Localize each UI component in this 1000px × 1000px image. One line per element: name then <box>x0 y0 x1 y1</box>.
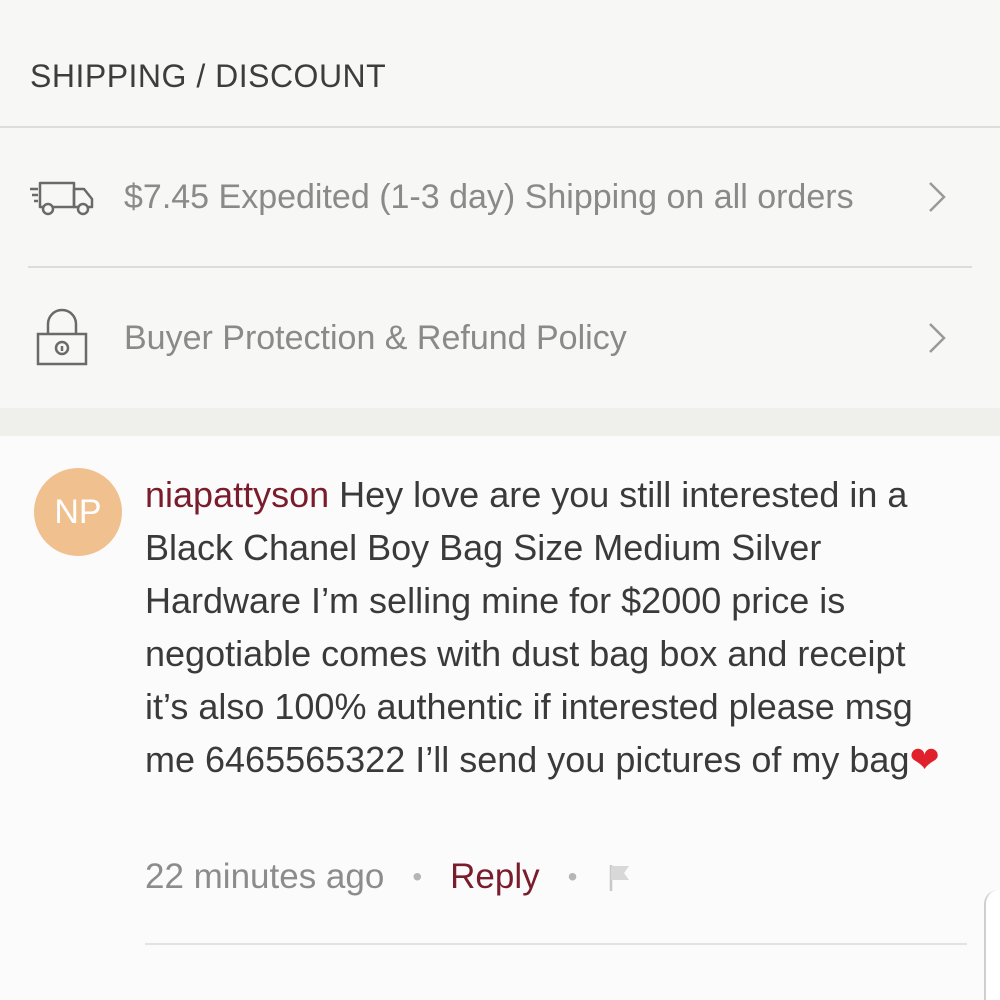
overlay-edge <box>984 890 1000 1000</box>
buyer-protection-label: Buyer Protection & Refund Policy <box>124 318 627 357</box>
separator-dot: • <box>567 861 578 892</box>
truck-icon <box>28 167 98 227</box>
comment-divider <box>145 943 967 945</box>
chevron-right-icon <box>922 177 952 217</box>
comment-username[interactable]: niapattyson <box>145 474 329 515</box>
buyer-protection-row[interactable]: Buyer Protection & Refund Policy <box>28 268 972 408</box>
comment-meta: 22 minutes ago • Reply • <box>145 852 633 902</box>
heart-emoji: ❤ <box>909 739 940 780</box>
separator-dot: • <box>412 861 423 892</box>
avatar-initials: NP <box>54 492 102 531</box>
comment-text: Hey love are you still interested in a B… <box>145 474 913 780</box>
section-header: SHIPPING / DISCOUNT <box>0 0 1000 128</box>
lock-icon <box>28 308 98 368</box>
chevron-right-icon <box>922 318 952 358</box>
shipping-row[interactable]: $7.45 Expedited (1-3 day) Shipping on al… <box>28 128 972 268</box>
avatar[interactable]: NP <box>34 468 122 556</box>
comment-body: niapattyson Hey love are you still inter… <box>145 468 945 786</box>
reply-link[interactable]: Reply <box>450 857 539 897</box>
flag-icon[interactable] <box>607 862 633 892</box>
comment-timestamp: 22 minutes ago <box>145 857 385 896</box>
section-divider <box>0 408 1000 436</box>
section-title: SHIPPING / DISCOUNT <box>30 58 387 94</box>
shipping-label: $7.45 Expedited (1-3 day) Shipping on al… <box>124 177 854 216</box>
